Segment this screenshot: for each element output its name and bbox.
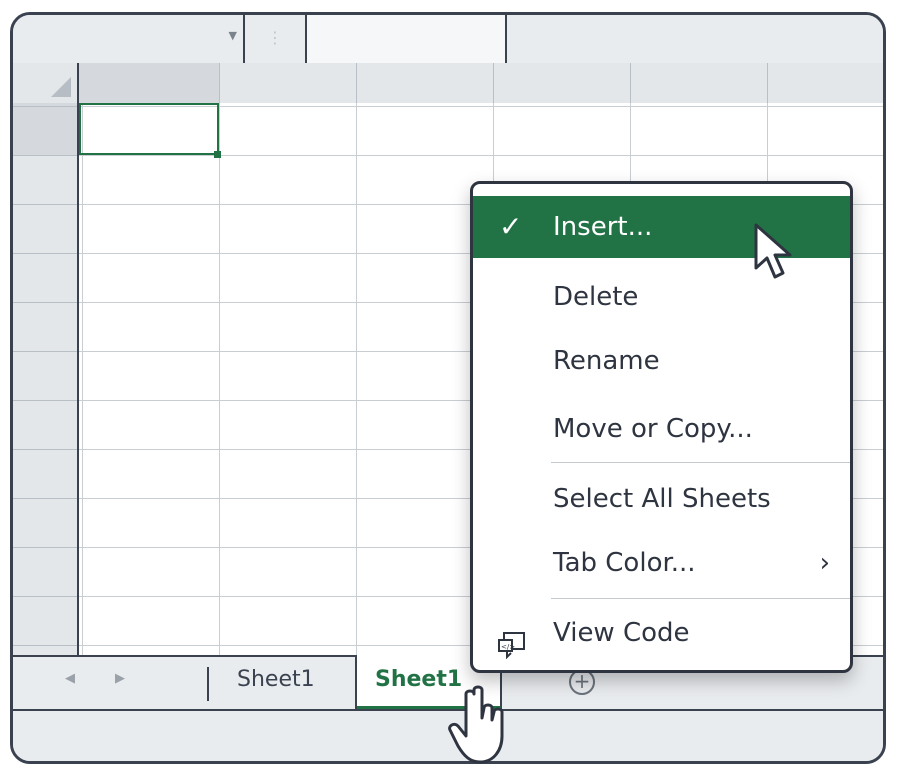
- menu-item-tab-color[interactable]: Tab Color... ›: [473, 532, 850, 594]
- menu-separator: [551, 598, 850, 599]
- menu-item-label: Delete: [553, 282, 639, 312]
- menu-item-label: Rename: [553, 346, 660, 376]
- scroll-tabs-left-icon[interactable]: ◀: [65, 671, 75, 686]
- menu-item-label: Tab Color...: [553, 548, 696, 578]
- menu-item-select-all-sheets[interactable]: Select All Sheets: [473, 468, 850, 530]
- select-all-corner[interactable]: [13, 63, 79, 103]
- menu-item-label: Insert...: [553, 212, 653, 242]
- select-all-icon: [51, 77, 71, 97]
- name-box-dropdown-icon[interactable]: ▼: [229, 29, 237, 42]
- formula-bar: ▼ ⋮: [13, 15, 883, 65]
- hand-cursor-icon: [448, 685, 504, 764]
- fill-handle[interactable]: [214, 151, 221, 158]
- view-code-icon: </>: [497, 620, 527, 670]
- name-box[interactable]: ▼: [13, 15, 245, 63]
- menu-item-rename[interactable]: Rename: [473, 330, 850, 392]
- column-header-a[interactable]: [79, 63, 219, 103]
- svg-text:</>: </>: [501, 643, 515, 651]
- menu-item-label: Select All Sheets: [553, 484, 771, 514]
- menu-item-move-or-copy[interactable]: Move or Copy...: [473, 398, 850, 460]
- menu-separator: [551, 462, 850, 463]
- row-header-dividers: [13, 103, 77, 655]
- chevron-right-icon: ›: [819, 548, 830, 578]
- active-cell[interactable]: [79, 103, 219, 155]
- menu-item-label: View Code: [553, 618, 690, 648]
- menu-item-label: Move or Copy...: [553, 414, 753, 444]
- formula-input[interactable]: [307, 15, 507, 63]
- sheet-tab-label: Sheet1: [237, 667, 315, 692]
- checkmark-icon: ✓: [499, 210, 523, 243]
- sheet-tab-inactive[interactable]: Sheet1: [219, 655, 357, 709]
- arrow-cursor-icon: [754, 223, 792, 279]
- scroll-tabs-right-icon[interactable]: ▶: [115, 671, 125, 686]
- tab-divider: [207, 667, 209, 701]
- menu-item-view-code[interactable]: </> View Code: [473, 602, 850, 664]
- formula-bar-separator-icon: ⋮: [245, 15, 307, 63]
